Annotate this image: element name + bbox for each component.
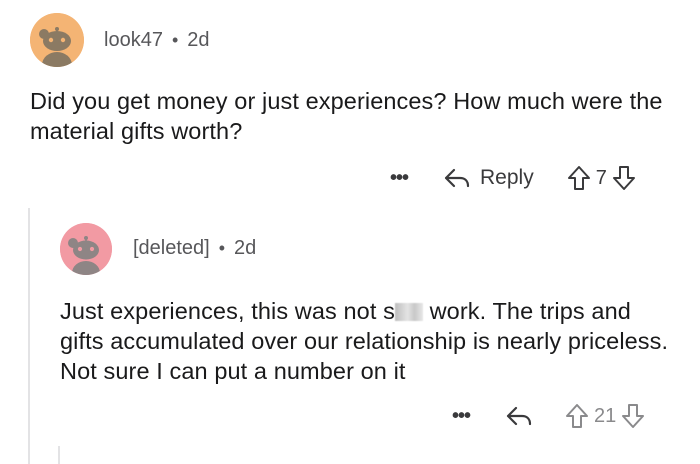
separator-dot: • (218, 238, 226, 258)
thread-line[interactable] (28, 208, 30, 464)
comment-meta: look47 • 2d (104, 29, 210, 52)
reply-button[interactable] (504, 404, 534, 428)
comment-text: Did you get money or just experiences? H… (30, 88, 663, 144)
vote-count: 21 (594, 404, 617, 427)
username: [deleted] (133, 237, 210, 259)
comment-actions: ••• Reply 7 (390, 160, 637, 196)
reply-text-start: Just experiences, this was not s (60, 298, 395, 324)
downvote-icon[interactable] (611, 164, 637, 192)
timestamp: 2d (187, 29, 210, 51)
username[interactable]: look47 (104, 29, 163, 52)
upvote-icon[interactable] (566, 164, 592, 192)
upvote-icon[interactable] (564, 402, 590, 430)
separator-dot: • (171, 30, 179, 50)
censored-word (394, 303, 423, 321)
reply-meta: [deleted] • 2d (133, 237, 256, 260)
avatar[interactable] (60, 223, 112, 275)
reply-arrow-icon (506, 406, 532, 426)
reply-actions: ••• 21 (452, 398, 646, 434)
vote-controls: 21 (564, 402, 646, 430)
reply-arrow-icon (444, 168, 470, 188)
more-dots-icon[interactable]: ••• (452, 405, 471, 428)
reply-text: Just experiences, this was not s work. T… (60, 296, 680, 386)
downvote-icon[interactable] (620, 402, 646, 430)
snoo-avatar-icon (30, 13, 84, 67)
vote-controls: 7 (566, 164, 637, 192)
more-dots-icon[interactable]: ••• (390, 167, 409, 190)
avatar[interactable] (30, 13, 84, 67)
vote-count: 7 (595, 166, 607, 189)
reply-label: Reply (480, 166, 534, 189)
timestamp: 2d (234, 237, 257, 259)
snoo-avatar-icon (60, 223, 112, 275)
reply-button[interactable]: Reply (442, 166, 534, 190)
nested-thread-line[interactable] (58, 446, 60, 464)
